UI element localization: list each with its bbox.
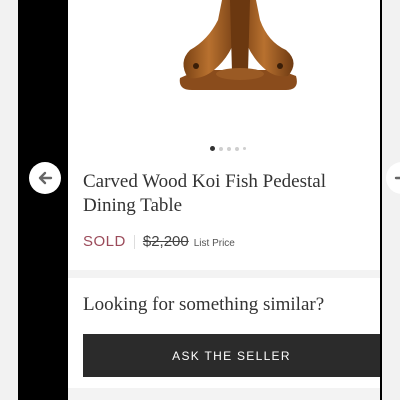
list-price-value: $2,200 <box>142 233 189 250</box>
product-page: Carved Wood Koi Fish Pedestal Dining Tab… <box>68 0 380 400</box>
chevron-left-icon <box>38 171 53 185</box>
koi-table-pedestal-image <box>179 0 297 90</box>
previous-image-button[interactable] <box>29 162 61 194</box>
list-price-label: List Price <box>193 238 235 249</box>
chevron-right-icon <box>394 176 400 180</box>
right-frame-edge <box>382 0 400 400</box>
section-divider <box>68 388 380 400</box>
pagination-dot[interactable] <box>210 146 215 151</box>
price-separator <box>133 234 135 249</box>
pagination-dot[interactable] <box>235 146 239 151</box>
left-frame-edge <box>0 0 18 400</box>
section-divider <box>68 270 380 278</box>
price-row: SOLD $2,200 List Price <box>83 233 235 250</box>
similar-heading: Looking for something similar? <box>83 294 325 315</box>
sold-badge: SOLD <box>83 233 126 250</box>
pagination-dot[interactable] <box>243 147 246 150</box>
pagination-dot[interactable] <box>219 146 223 151</box>
product-title: Carved Wood Koi Fish Pedestal Dining Tab… <box>83 171 326 216</box>
ask-the-seller-button[interactable]: ASK THE SELLER <box>83 334 380 377</box>
product-image[interactable] <box>68 0 380 135</box>
pagination-dot[interactable] <box>227 146 231 151</box>
image-pagination[interactable] <box>210 146 246 151</box>
